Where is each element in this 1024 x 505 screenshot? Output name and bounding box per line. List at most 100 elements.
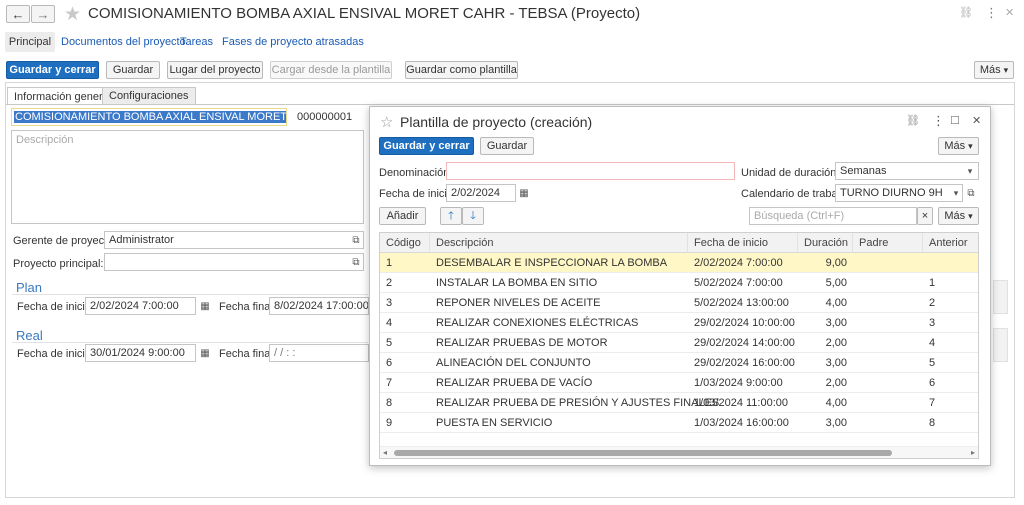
table-row[interactable]: 2 INSTALAR LA BOMBA EN SITIO 5/02/2024 7:0… bbox=[380, 273, 978, 293]
real-end-input[interactable]: / / : : bbox=[269, 344, 369, 362]
cell-start: 2/02/2024 7:00:00 bbox=[694, 257, 783, 269]
real-group-line bbox=[12, 342, 368, 343]
save-button[interactable]: Guardar bbox=[106, 61, 160, 79]
cell-previous: 4 bbox=[929, 337, 936, 349]
scroll-left-icon[interactable]: ◂ bbox=[383, 448, 387, 457]
cell-code: 4 bbox=[386, 317, 393, 329]
project-place-button[interactable]: Lugar del proyecto bbox=[167, 61, 263, 79]
calendar-icon[interactable]: ▦ bbox=[199, 346, 211, 360]
column-header-start[interactable]: Fecha de inicio bbox=[688, 233, 798, 253]
cell-duration: 3,00 bbox=[825, 317, 847, 329]
cell-description: DESEMBALAR E INSPECCIONAR LA BOMBA bbox=[436, 257, 668, 269]
cell-previous: 3 bbox=[929, 317, 936, 329]
table-row[interactable]: 5 REALIZAR PRUEBAS DE MOTOR 29/02/2024 14:… bbox=[380, 333, 978, 353]
back-button[interactable]: ← bbox=[6, 5, 30, 23]
column-header-description[interactable]: Descripción bbox=[430, 233, 688, 253]
dialog-more-button[interactable]: Más ▾ bbox=[938, 137, 979, 155]
open-manager-icon[interactable]: ⧉ bbox=[350, 233, 362, 247]
cell-start: 1/03/2024 9:00:00 bbox=[694, 377, 783, 389]
cell-start: 5/02/2024 7:00:00 bbox=[694, 277, 783, 289]
save-as-template-button[interactable]: Guardar como plantilla bbox=[405, 61, 518, 79]
nav-principal[interactable]: Principal bbox=[5, 32, 55, 52]
real-start-input[interactable]: 30/01/2024 9:00:00 bbox=[85, 344, 196, 362]
cell-duration: 4,00 bbox=[825, 297, 847, 309]
cell-start: 29/02/2024 16:00:00 bbox=[694, 357, 795, 369]
table-row[interactable]: 9 PUESTA EN SERVICIO 1/03/2024 16:00:00 3,0… bbox=[380, 413, 978, 433]
dialog-start-input[interactable]: 2/02/2024 bbox=[446, 184, 516, 202]
grid-more-label: Más bbox=[944, 210, 966, 222]
nav-documentos[interactable]: Documentos del proyecto bbox=[61, 36, 186, 48]
move-up-button[interactable]: 🡑 bbox=[440, 207, 462, 225]
favorite-star-icon[interactable]: ★ bbox=[64, 3, 81, 26]
horizontal-scrollbar[interactable]: ◂ ▸ bbox=[380, 446, 978, 458]
open-parent-project-icon[interactable]: ⧉ bbox=[350, 255, 362, 269]
column-header-duration[interactable]: Duración bbox=[798, 233, 853, 253]
project-code-input[interactable]: 000000001 bbox=[292, 108, 364, 126]
table-row[interactable]: 8 REALIZAR PRUEBA DE PRESIÓN Y AJUSTES FI… bbox=[380, 393, 978, 413]
cell-start: 29/02/2024 10:00:00 bbox=[694, 317, 795, 329]
add-row-button[interactable]: Añadir bbox=[379, 207, 426, 225]
column-header-code[interactable]: Código bbox=[380, 233, 430, 253]
calendar-icon[interactable]: ▦ bbox=[518, 186, 530, 200]
parent-project-input[interactable] bbox=[104, 253, 364, 271]
link-icon[interactable]: ⛓ bbox=[959, 6, 973, 19]
grid-more-button[interactable]: Más ▾ bbox=[938, 207, 979, 225]
plan-end-input[interactable]: 8/02/2024 17:00:00 bbox=[269, 297, 369, 315]
search-input[interactable]: Búsqueda (Ctrl+F) bbox=[749, 207, 917, 225]
nav-fases-atrasadas[interactable]: Fases de proyecto atrasadas bbox=[222, 36, 364, 48]
cell-description: INSTALAR LA BOMBA EN SITIO bbox=[436, 277, 598, 289]
cell-duration: 9,00 bbox=[825, 257, 847, 269]
cell-duration: 5,00 bbox=[825, 277, 847, 289]
cell-code: 2 bbox=[386, 277, 393, 289]
description-textarea[interactable]: Descripción bbox=[11, 130, 364, 224]
cell-start: 1/03/2024 11:00:00 bbox=[694, 397, 788, 409]
chevron-down-icon: ▾ bbox=[968, 140, 973, 151]
clear-icon: × bbox=[921, 210, 929, 222]
open-calendar-icon[interactable]: ⧉ bbox=[965, 186, 977, 200]
cell-description: REALIZAR PRUEBA DE VACÍO bbox=[436, 377, 593, 389]
table-row[interactable]: 1 DESEMBALAR E INSPECCIONAR LA BOMBA 2/02/… bbox=[380, 253, 978, 273]
nav-tareas[interactable]: Tareas bbox=[180, 36, 213, 48]
project-name-input[interactable]: COMISIONAMIENTO BOMBA AXIAL ENSIVAL MORE… bbox=[11, 108, 287, 126]
load-template-button[interactable]: Cargar desde la plantilla bbox=[270, 61, 392, 79]
arrow-up-icon: 🡑 bbox=[448, 209, 454, 222]
table-row[interactable]: 7 REALIZAR PRUEBA DE VACÍO 1/03/2024 9:00:… bbox=[380, 373, 978, 393]
calendar-icon[interactable]: ▦ bbox=[199, 299, 211, 313]
forward-button[interactable]: → bbox=[31, 5, 55, 23]
arrow-down-icon: 🡓 bbox=[470, 209, 476, 222]
dialog-kebab-icon[interactable]: ⋮ bbox=[932, 113, 945, 129]
dialog-maximize-icon[interactable]: □ bbox=[951, 112, 959, 127]
dialog-save-close-button[interactable]: Guardar y cerrar bbox=[379, 137, 474, 155]
tab-configuraciones[interactable]: Configuraciones bbox=[102, 87, 196, 104]
real-start-label: Fecha de inicio: bbox=[17, 348, 95, 360]
cell-previous bbox=[923, 253, 978, 273]
table-row[interactable]: 4 REALIZAR CONEXIONES ELÉCTRICAS 29/02/202… bbox=[380, 313, 978, 333]
manager-input[interactable]: Administrator bbox=[104, 231, 364, 249]
dialog-star-icon[interactable]: ☆ bbox=[380, 113, 393, 131]
denominacion-input[interactable] bbox=[446, 162, 735, 180]
chevron-down-icon[interactable]: ▾ bbox=[950, 186, 962, 200]
duration-unit-select[interactable]: Semanas bbox=[835, 162, 979, 180]
dialog-link-icon[interactable]: ⛓ bbox=[906, 114, 920, 127]
scroll-right-icon[interactable]: ▸ bbox=[971, 448, 975, 457]
table-row[interactable]: 3 REPONER NIVELES DE ACEITE 5/02/2024 13:0… bbox=[380, 293, 978, 313]
move-down-button[interactable]: 🡓 bbox=[462, 207, 484, 225]
column-header-parent[interactable]: Padre bbox=[853, 233, 923, 253]
save-close-button[interactable]: Guardar y cerrar bbox=[6, 61, 99, 79]
dialog-close-icon[interactable]: ✕ bbox=[972, 114, 981, 127]
plan-start-input[interactable]: 2/02/2024 7:00:00 bbox=[85, 297, 196, 315]
clear-search-button[interactable]: × bbox=[917, 207, 933, 225]
cell-parent bbox=[853, 413, 923, 433]
scroll-thumb[interactable] bbox=[394, 450, 892, 456]
close-icon[interactable]: ✕ bbox=[1005, 6, 1014, 19]
more-button[interactable]: Más ▾ bbox=[974, 61, 1014, 79]
dialog-save-button[interactable]: Guardar bbox=[480, 137, 534, 155]
column-header-previous[interactable]: Anterior bbox=[923, 233, 978, 253]
cell-duration: 3,00 bbox=[825, 357, 847, 369]
dialog-title: Plantilla de proyecto (creación) bbox=[400, 114, 593, 130]
kebab-menu-icon[interactable]: ⋮ bbox=[985, 5, 998, 21]
chevron-down-icon[interactable]: ▾ bbox=[964, 164, 976, 178]
calendar-select[interactable]: TURNO DIURNO 9H bbox=[835, 184, 963, 202]
table-row[interactable]: 6 ALINEACIÓN DEL CONJUNTO 29/02/2024 16:00… bbox=[380, 353, 978, 373]
cell-duration: 2,00 bbox=[825, 337, 847, 349]
